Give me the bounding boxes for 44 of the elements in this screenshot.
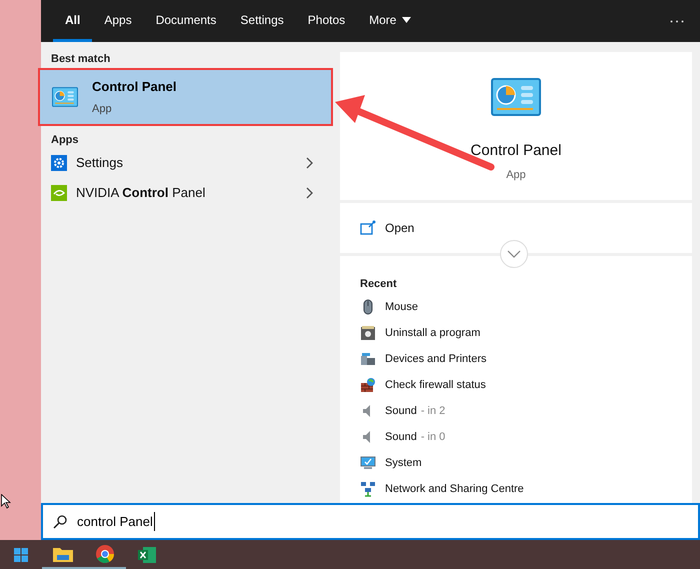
control-panel-icon [491, 78, 541, 116]
nvidia-logo-icon [51, 185, 67, 201]
section-heading: Recent [359, 277, 398, 292]
recent-item[interactable]: Sound [385, 428, 417, 446]
recent-item-location: - in 2 [420, 404, 446, 419]
recent-item[interactable]: System [385, 454, 422, 472]
app-result[interactable]: Settings [41, 148, 330, 178]
preview-type: App [506, 168, 526, 182]
result-type: App [92, 102, 113, 117]
recent-item[interactable]: Sound [385, 402, 417, 420]
search-field[interactable]: control Panel [41, 503, 700, 540]
firewall-icon [360, 377, 376, 393]
recent-item[interactable]: Check firewall status [385, 376, 486, 394]
filter-tab[interactable]: Documents [144, 0, 228, 42]
preview-title: Control Panel [470, 141, 562, 161]
recent-item[interactable]: Uninstall a program [385, 324, 480, 342]
recent-item[interactable]: Network and Sharing Centre [385, 480, 524, 498]
control-panel-icon [52, 87, 78, 107]
section-heading: Best match [50, 52, 112, 67]
more-dropdown-button[interactable]: More [357, 0, 424, 42]
open-action[interactable]: Open [340, 203, 692, 253]
expand-button[interactable] [500, 240, 528, 268]
best-match-result[interactable]: Control Panel App [38, 68, 333, 126]
filter-tab[interactable]: Photos [296, 0, 358, 42]
gear-icon [51, 155, 67, 171]
recent-item-location: - in 0 [420, 430, 446, 445]
recent-item[interactable]: Mouse [385, 298, 418, 316]
filter-tab[interactable]: Apps [92, 0, 144, 42]
search-icon [53, 514, 67, 528]
monitor-icon [360, 455, 376, 471]
caret-down-icon [402, 16, 412, 22]
chevron-down-icon [507, 250, 521, 258]
open-window-icon [360, 220, 376, 236]
section-heading: Apps [50, 133, 80, 148]
chevron-right-icon [306, 157, 314, 169]
network-icon [360, 481, 376, 497]
program-box-icon [360, 325, 376, 341]
app-result[interactable]: NVIDIA Control Panel [41, 178, 330, 208]
printer-icon [360, 351, 376, 367]
result-title: Control Panel [92, 78, 177, 96]
recent-item[interactable]: Devices and Printers [385, 350, 486, 368]
mouse-pointer-icon [1, 494, 11, 509]
chevron-right-icon [306, 187, 314, 199]
filter-tab[interactable]: Settings [228, 0, 296, 42]
